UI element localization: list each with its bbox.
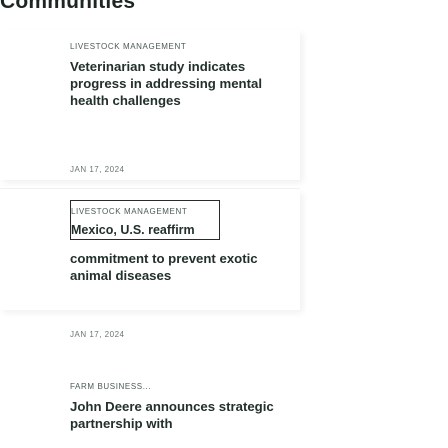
article-headline[interactable]: John Deere announces strategic partnersh… xyxy=(70,398,280,432)
article-card-3[interactable]: FARM BUSINESS... John Deere announces st… xyxy=(0,370,300,448)
divider xyxy=(0,188,300,189)
article-date: JAN 17, 2024 xyxy=(70,330,125,339)
article-category: LIVESTOCK MANAGEMENT xyxy=(70,42,187,51)
article-headline[interactable]: Veterinarian study indicates progress in… xyxy=(70,58,280,109)
section-title: Communities xyxy=(0,0,136,13)
article-category: LIVESTOCK MANAGEMENT xyxy=(71,207,188,216)
article-date: JAN 17, 2024 xyxy=(70,165,125,174)
highlighted-article-link[interactable]: LIVESTOCK MANAGEMENT Mexico, U.S. reaffi… xyxy=(70,200,220,240)
article-headline[interactable]: commitment to prevent exotic animal dise… xyxy=(70,250,280,284)
article-category: FARM BUSINESS... xyxy=(70,382,152,391)
article-card-1[interactable]: LIVESTOCK MANAGEMENT Veterinarian study … xyxy=(0,30,300,180)
article-headline-line[interactable]: Mexico, U.S. reaffirm xyxy=(71,223,195,237)
